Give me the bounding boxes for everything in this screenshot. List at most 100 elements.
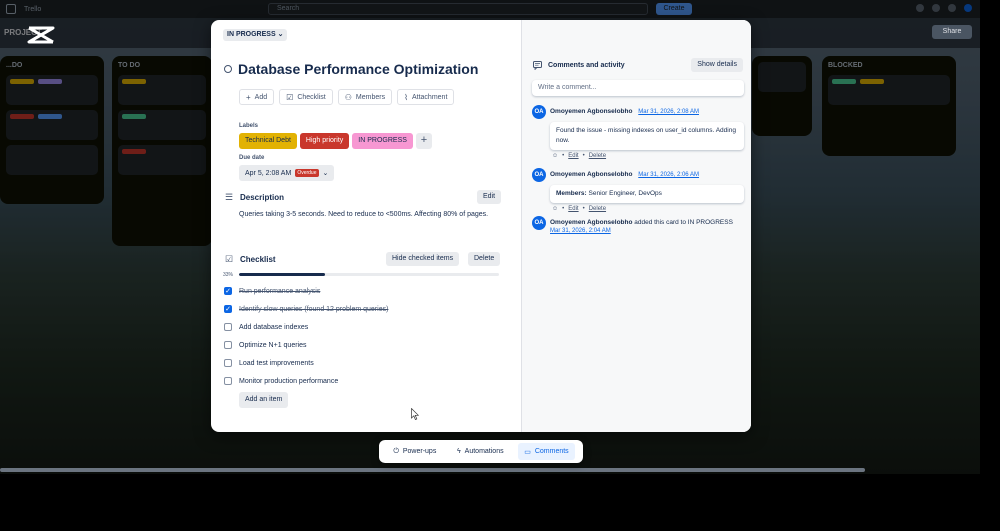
- checklist-item[interactable]: Optimize N+1 queries: [224, 336, 514, 354]
- members-button[interactable]: ⚇ Members: [337, 89, 393, 105]
- complete-circle-icon[interactable]: [224, 65, 232, 73]
- add-checklist-item-button[interactable]: Add an item: [239, 392, 289, 408]
- due-date-button[interactable]: Apr 5, 2:08 AM Overdue ⌄: [239, 165, 335, 181]
- description-text[interactable]: Queries taking 3-5 seconds. Need to redu…: [239, 209, 489, 221]
- list-card[interactable]: [118, 110, 206, 140]
- list-title[interactable]: ...DO: [6, 62, 98, 69]
- label-technical-debt[interactable]: Technical Debt: [239, 133, 297, 149]
- checkbox-icon: ☑: [224, 253, 234, 264]
- avatar[interactable]: OA: [532, 105, 546, 119]
- avatar[interactable]: OA: [532, 168, 546, 182]
- activity-timestamp[interactable]: Mar 31, 2026, 2:04 AM: [550, 227, 740, 236]
- list-card[interactable]: [6, 145, 98, 175]
- checkbox[interactable]: [224, 377, 232, 385]
- list-card[interactable]: [828, 75, 950, 105]
- checkbox[interactable]: ✓: [224, 305, 232, 313]
- commenter-name[interactable]: Omoyemen Agbonselobho: [550, 108, 632, 115]
- checklist-item-text[interactable]: Monitor production performance: [239, 378, 338, 385]
- help-icon[interactable]: [932, 4, 940, 12]
- delete-checklist-button[interactable]: Delete: [468, 252, 501, 266]
- checkbox[interactable]: [224, 341, 232, 349]
- checklist-item-text[interactable]: Optimize N+1 queries: [239, 342, 307, 349]
- delete-comment-link[interactable]: Delete: [589, 153, 606, 159]
- board-list: BLOCKED: [822, 56, 956, 156]
- checklist-item[interactable]: Monitor production performance: [224, 372, 514, 390]
- checkbox[interactable]: [224, 359, 232, 367]
- capcut-logo-icon: [27, 26, 55, 44]
- board-list: [752, 56, 812, 136]
- checkbox[interactable]: ✓: [224, 287, 232, 295]
- comment-input[interactable]: Write a comment...: [532, 80, 744, 96]
- edit-comment-link[interactable]: Edit: [568, 206, 578, 212]
- label-high-priority[interactable]: High priority: [299, 133, 350, 149]
- notification-icon[interactable]: [916, 4, 924, 12]
- hide-checked-items-button[interactable]: Hide checked items: [386, 252, 460, 266]
- checklist-heading: Checklist: [240, 254, 276, 264]
- horizontal-scrollbar[interactable]: [0, 468, 865, 472]
- power-ups-button[interactable]: ⏻ Power-ups: [387, 443, 442, 460]
- checklist-button[interactable]: ☑ Checklist: [279, 89, 333, 105]
- add-label-button[interactable]: +: [415, 133, 432, 149]
- trello-logo-icon[interactable]: [6, 4, 16, 14]
- commenter-name[interactable]: Omoyemen Agbonselobho: [550, 171, 632, 178]
- checklist-item-text[interactable]: Identify slow queries (found 12 problem …: [239, 306, 388, 313]
- card-title[interactable]: Database Performance Optimization: [238, 61, 478, 77]
- automations-label: Automations: [464, 448, 504, 455]
- checkbox[interactable]: [224, 323, 232, 331]
- members-value: Senior Engineer, DevOps: [588, 190, 662, 197]
- checklist-button-label: Checklist: [297, 93, 326, 101]
- list-card[interactable]: [6, 110, 98, 140]
- comment-timestamp[interactable]: Mar 31, 2026, 2:08 AM: [638, 109, 699, 115]
- board-list: ...DO: [0, 56, 104, 204]
- emoji-reaction-icon[interactable]: ☺: [552, 153, 558, 159]
- checklist-item-text[interactable]: Load test improvements: [239, 360, 314, 367]
- emoji-reaction-icon[interactable]: ☺: [552, 206, 558, 212]
- settings-icon[interactable]: [948, 4, 956, 12]
- comment-timestamp[interactable]: Mar 31, 2026, 2:06 AM: [638, 172, 699, 178]
- user-avatar[interactable]: [964, 4, 972, 12]
- attachment-button[interactable]: ⌇ Attachment: [397, 89, 455, 105]
- comment-body: Members: Senior Engineer, DevOps: [550, 185, 744, 203]
- automations-button[interactable]: ϟ Automations: [451, 443, 510, 460]
- activity-item: OA Omoyemen Agbonselobho Mar 31, 2026, 2…: [532, 168, 746, 212]
- description-header: ☰ Description: [224, 192, 284, 202]
- checklist-item[interactable]: ✓ Identify slow queries (found 12 problem…: [224, 300, 514, 318]
- add-button[interactable]: + Add: [239, 89, 275, 105]
- list-card[interactable]: [118, 75, 206, 105]
- checklist-item[interactable]: Add database indexes: [224, 318, 514, 336]
- comments-button[interactable]: ▭ Comments: [518, 443, 575, 460]
- label-in-progress[interactable]: IN PROGRESS: [352, 133, 413, 149]
- delete-comment-link[interactable]: Delete: [589, 206, 606, 212]
- comments-activity-panel: Comments and activity Show details Write…: [521, 20, 751, 432]
- show-details-button[interactable]: Show details: [691, 58, 743, 72]
- list-card[interactable]: [6, 75, 98, 105]
- checklist-item-text[interactable]: Add database indexes: [239, 324, 308, 331]
- app-name: Trello: [24, 5, 42, 13]
- edit-comment-link[interactable]: Edit: [568, 153, 578, 159]
- status-select[interactable]: IN PROGRESS ⌄: [223, 29, 288, 41]
- activity-text: added this card to IN PROGRESS: [634, 219, 733, 226]
- due-date-heading: Due date: [239, 155, 265, 161]
- create-button[interactable]: Create: [656, 3, 692, 15]
- list-card[interactable]: [758, 62, 806, 92]
- comment-body: Found the issue - missing indexes on use…: [550, 122, 744, 150]
- list-card[interactable]: [118, 145, 206, 175]
- description-heading: Description: [240, 192, 285, 202]
- chevron-down-icon: ⌄: [277, 31, 284, 38]
- checklist-icon: ☑: [286, 92, 294, 102]
- top-icons: [916, 4, 972, 12]
- checklist-progress-bar: [239, 273, 499, 276]
- list-title[interactable]: BLOCKED: [828, 62, 950, 69]
- edit-description-button[interactable]: Edit: [477, 190, 502, 204]
- search-input[interactable]: Search: [268, 3, 648, 15]
- title-row: Database Performance Optimization: [224, 61, 478, 77]
- checklist-item[interactable]: ✓ Run performance analysis: [224, 282, 514, 300]
- list-title[interactable]: TO DO: [118, 62, 206, 69]
- checklist-item[interactable]: Load test improvements: [224, 354, 514, 372]
- activity-title: Comments and activity: [548, 61, 625, 69]
- checklist-item-text[interactable]: Run performance analysis: [239, 288, 320, 295]
- board-bottom-toolbar: ⏻ Power-ups ϟ Automations ▭ Comments: [379, 440, 583, 463]
- share-button[interactable]: Share: [932, 25, 972, 39]
- commenter-name[interactable]: Omoyemen Agbonselobho: [550, 219, 632, 226]
- avatar[interactable]: OA: [532, 216, 546, 230]
